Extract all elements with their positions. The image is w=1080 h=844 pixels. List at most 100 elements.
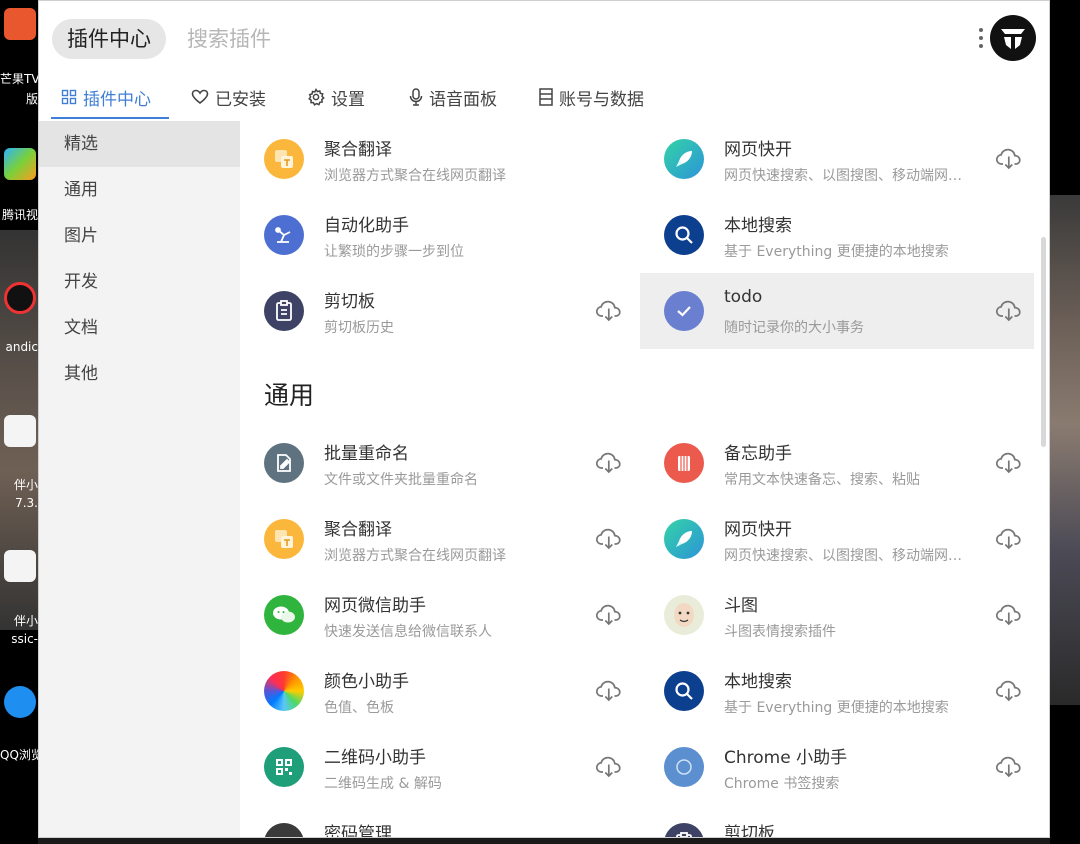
rocket-icon — [664, 139, 704, 179]
plugin-card[interactable]: 剪切板 剪切板历史 — [240, 273, 634, 349]
sidebar-item-featured[interactable]: 精选 — [39, 121, 240, 167]
plugin-description: 浏览器方式聚合在线网页翻译 — [324, 168, 506, 184]
desktop-icon-label: ssic- — [11, 632, 38, 646]
sidebar-item-documents[interactable]: 文档 — [39, 305, 240, 351]
magnifier-icon — [664, 671, 704, 711]
cloud-download-icon[interactable] — [995, 300, 1023, 322]
mango-tv-icon[interactable] — [4, 8, 36, 40]
plugin-name: 剪切板 — [724, 824, 775, 838]
search-input[interactable] — [187, 21, 837, 57]
vertical-dots-icon[interactable] — [975, 25, 987, 53]
tab-label: 设置 — [331, 89, 365, 110]
plugin-description: 文件或文件夹批量重命名 — [324, 472, 478, 488]
plugin-card[interactable]: 聚合翻译 浏览器方式聚合在线网页翻译 — [240, 121, 634, 197]
cloud-download-icon[interactable] — [595, 604, 623, 626]
utools-logo-icon[interactable] — [990, 15, 1036, 61]
plugin-name: 备忘助手 — [724, 444, 792, 464]
magnifier-icon — [664, 215, 704, 255]
tab-label: 语音面板 — [429, 89, 497, 110]
microphone-icon — [409, 88, 423, 106]
sidebar-item-general[interactable]: 通用 — [39, 167, 240, 213]
rename-icon — [264, 443, 304, 483]
memo-icon — [664, 443, 704, 483]
check-icon — [664, 291, 704, 331]
top-bar: 插件中心 — [39, 1, 1049, 73]
plugin-card[interactable]: 备忘助手 常用文本快速备忘、搜索、粘贴 — [640, 425, 1034, 501]
heart-icon — [191, 89, 209, 105]
plugin-description: 快速发送信息给微信联系人 — [324, 624, 492, 640]
desktop-right-edge — [1050, 0, 1080, 844]
translate-icon — [264, 519, 304, 559]
plugin-card[interactable]: 网页微信助手 快速发送信息给微信联系人 — [240, 577, 634, 653]
qq-browser-icon[interactable] — [4, 686, 36, 718]
color-wheel-icon — [264, 671, 304, 711]
tab-plugin-center[interactable]: 插件中心 — [61, 73, 151, 121]
desktop-icon-label: 伴小 — [13, 478, 38, 492]
plugin-card[interactable]: 网页快开 网页快速搜索、以图搜图、移动端网页调试 — [640, 501, 1034, 577]
cloud-download-icon[interactable] — [595, 528, 623, 550]
plugin-name: 网页微信助手 — [324, 596, 426, 616]
content-scrollbar[interactable] — [1041, 237, 1046, 447]
sidebar-item-images[interactable]: 图片 — [39, 213, 240, 259]
tab-voice-panel[interactable]: 语音面板 — [409, 73, 497, 121]
cloud-download-icon[interactable] — [595, 680, 623, 702]
plugin-card[interactable]: 批量重命名 文件或文件夹批量重命名 — [240, 425, 634, 501]
plugin-name: 剪切板 — [324, 292, 375, 312]
plugin-card[interactable]: 密码管理 — [240, 805, 634, 837]
plugin-name: 本地搜索 — [724, 216, 792, 236]
robot-arm-icon — [264, 215, 304, 255]
plugin-card[interactable]: 自动化助手 让繁琐的步骤一步到位 — [240, 197, 634, 273]
meme-face-icon — [664, 595, 704, 635]
plugin-card[interactable]: 聚合翻译 浏览器方式聚合在线网页翻译 — [240, 501, 634, 577]
desktop-icon-label: 腾讯视 — [1, 208, 38, 222]
plugin-card[interactable]: Chrome 小助手 Chrome 书签搜索 — [640, 729, 1034, 805]
cloud-download-icon[interactable] — [995, 604, 1023, 626]
plugin-card[interactable]: 二维码小助手 二维码生成 & 解码 — [240, 729, 634, 805]
cloud-download-icon[interactable] — [995, 452, 1023, 474]
desktop-icon-label: 伴小 — [13, 614, 38, 628]
password-icon — [264, 823, 304, 837]
plugin-card-highlighted[interactable]: todo 随时记录你的大小事务 — [640, 273, 1034, 349]
plugin-name: 本地搜索 — [724, 672, 792, 692]
plugin-name: 批量重命名 — [324, 444, 409, 464]
tab-settings[interactable]: 设置 — [307, 73, 365, 121]
tab-label: 账号与数据 — [559, 89, 644, 110]
plugin-name: 自动化助手 — [324, 216, 409, 236]
gear-icon — [307, 88, 325, 106]
browser-e-icon[interactable] — [4, 415, 36, 447]
desktop-icon-label: andic — [5, 340, 38, 354]
cloud-download-icon[interactable] — [595, 300, 623, 322]
plugin-card[interactable]: 颜色小助手 色值、色板 — [240, 653, 634, 729]
grid-icon — [61, 89, 77, 105]
cloud-download-icon[interactable] — [995, 680, 1023, 702]
plugin-card[interactable]: 斗图 斗图表情搜索插件 — [640, 577, 1034, 653]
plugin-description: 让繁琐的步骤一步到位 — [324, 244, 464, 260]
sidebar-item-development[interactable]: 开发 — [39, 259, 240, 305]
bandicam-icon[interactable] — [4, 282, 36, 314]
plugin-card[interactable]: 本地搜索 基于 Everything 更便捷的本地搜索 — [640, 653, 1034, 729]
translate-icon — [264, 139, 304, 179]
plugin-card[interactable]: 本地搜索 基于 Everything 更便捷的本地搜索 — [640, 197, 1034, 273]
plugin-description: 随时记录你的大小事务 — [724, 320, 864, 336]
plugin-name: 斗图 — [724, 596, 758, 616]
plugin-card[interactable]: 网页快开 网页快速搜索、以图搜图、移动端网页调试 — [640, 121, 1034, 197]
cloud-download-icon[interactable] — [995, 148, 1023, 170]
active-tab-indicator — [51, 117, 169, 119]
app-chip[interactable]: 插件中心 — [52, 19, 166, 59]
cloud-download-icon[interactable] — [995, 528, 1023, 550]
plugin-center-window: 插件中心 插件中心 — [38, 0, 1050, 838]
cloud-download-icon[interactable] — [995, 756, 1023, 778]
tab-installed[interactable]: 已安装 — [191, 73, 266, 121]
tab-account-data[interactable]: 账号与数据 — [539, 73, 644, 121]
plugin-list: 聚合翻译 浏览器方式聚合在线网页翻译 网页快开 网页快速搜索、以图搜图、移动端网… — [240, 121, 1049, 838]
tencent-video-icon[interactable] — [4, 148, 36, 180]
plugin-name: 网页快开 — [724, 140, 792, 160]
cloud-download-icon[interactable] — [595, 756, 623, 778]
cloud-download-icon[interactable] — [595, 452, 623, 474]
plugin-description: 常用文本快速备忘、搜索、粘贴 — [724, 472, 920, 488]
clipboard-icon — [264, 291, 304, 331]
plugin-card[interactable]: 剪切板 — [640, 805, 1034, 838]
browser-e-icon[interactable] — [4, 550, 36, 582]
sidebar-item-other[interactable]: 其他 — [39, 351, 240, 397]
plugin-name: 二维码小助手 — [324, 748, 426, 768]
